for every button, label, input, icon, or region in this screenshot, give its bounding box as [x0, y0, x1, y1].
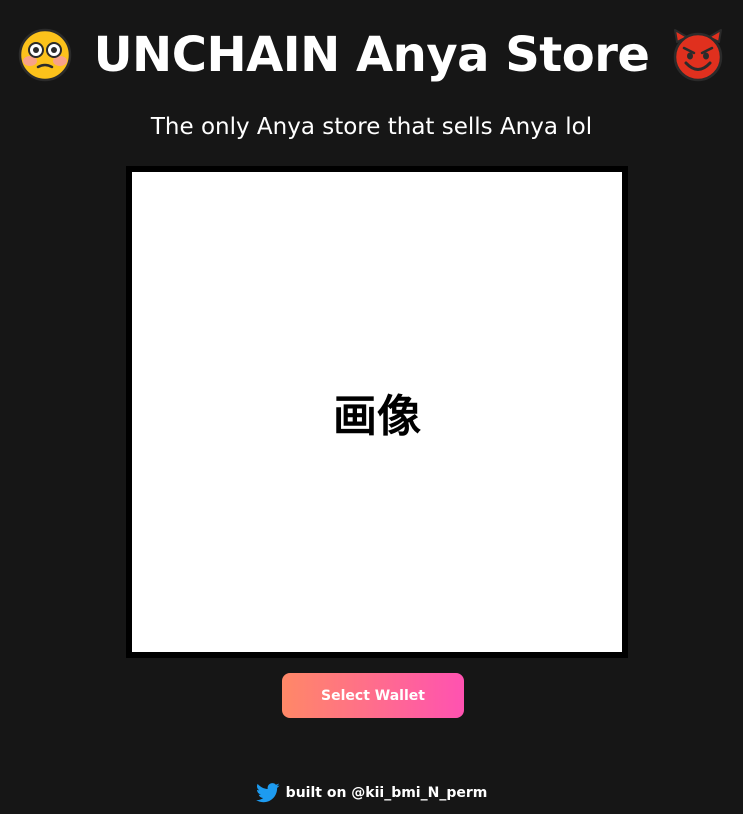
flushed-face-icon — [18, 28, 71, 82]
footer-link[interactable]: built on @kii_bmi_N_perm — [286, 785, 488, 801]
subtitle: The only Anya store that sells Anya lol — [150, 114, 593, 140]
page: UNCHAIN Anya Store The only Anya store t… — [0, 0, 743, 814]
twitter-icon — [255, 783, 280, 803]
select-wallet-button[interactable]: Select Wallet — [282, 673, 464, 718]
image-placeholder-text: 画像 — [333, 391, 421, 442]
smiling-devil-icon — [674, 29, 723, 82]
page-title: UNCHAIN Anya Store — [93, 27, 650, 83]
header: UNCHAIN Anya Store — [0, 22, 743, 88]
product-image-placeholder: 画像 — [126, 166, 628, 658]
footer: built on @kii_bmi_N_perm — [0, 781, 743, 805]
